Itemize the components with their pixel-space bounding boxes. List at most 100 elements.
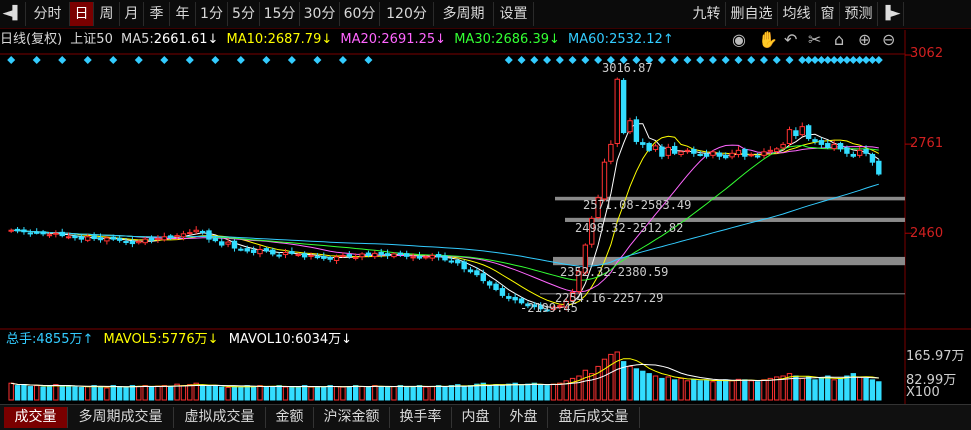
volume-bar: [85, 386, 91, 401]
candle-body: [263, 248, 270, 252]
annotation-gap1: 2571.08-2583.49: [583, 198, 691, 212]
candle-body: [59, 231, 65, 237]
candle-body: [225, 241, 231, 245]
volume-bar: [161, 385, 167, 401]
tab-inner[interactable]: 内盘: [452, 407, 500, 428]
candle-body: [652, 145, 659, 150]
candle-body: [742, 148, 748, 157]
volume-bar: [404, 386, 410, 401]
volume-bar: [352, 385, 359, 401]
volume-bar: [754, 381, 761, 401]
signal-marker: [364, 56, 373, 64]
signal-marker: [594, 56, 603, 64]
volume-bar: [442, 386, 448, 401]
tab-multi-period-volume[interactable]: 多周期成交量: [68, 407, 174, 428]
candle-body: [729, 152, 735, 158]
candle-body: [716, 152, 723, 157]
volume-bar: [104, 387, 110, 401]
volume-bar: [582, 369, 589, 401]
volume-bar: [206, 386, 212, 401]
candle-body: [129, 240, 136, 245]
candle-body: [123, 241, 129, 244]
volume-bar: [640, 370, 646, 401]
volume-bar: [652, 375, 659, 401]
volume-bar: [448, 385, 455, 401]
volume-bar: [831, 379, 837, 401]
volume-bar: [167, 386, 174, 401]
signal-marker: [236, 56, 245, 64]
candle-body: [474, 270, 480, 276]
tab-outer[interactable]: 外盘: [500, 407, 548, 428]
volume-bar: [78, 387, 85, 401]
candle-body: [301, 253, 308, 258]
signal-marker: [83, 56, 92, 64]
volume-bar: [282, 386, 289, 401]
tab-volume[interactable]: 成交量: [4, 407, 68, 428]
candle-body: [365, 252, 372, 256]
volume-bar: [276, 385, 282, 401]
candle-body: [793, 130, 799, 137]
volume-bar: [729, 380, 735, 401]
candle-body: [703, 153, 710, 157]
volume-bar: [231, 386, 238, 401]
candle-body: [627, 120, 633, 133]
candle-body: [767, 149, 774, 152]
volume-bar: [805, 376, 812, 401]
volume-bar: [416, 385, 423, 401]
tab-amount[interactable]: 金额: [266, 407, 314, 428]
tab-after-hours-volume[interactable]: 盘后成交量: [548, 407, 640, 428]
volume-bar: [187, 384, 193, 401]
candle-body: [423, 256, 429, 259]
candle-body: [384, 253, 391, 256]
candle-body: [608, 143, 614, 162]
tab-turnover[interactable]: 换手率: [390, 407, 452, 428]
signal-marker: [874, 56, 883, 64]
signal-marker: [581, 56, 590, 64]
candle-body: [40, 231, 46, 235]
volume-bar: [844, 375, 850, 401]
volume-bar: [301, 385, 308, 401]
volume-bar: [429, 386, 435, 401]
volume-bar: [321, 386, 327, 401]
candle-body: [136, 241, 142, 244]
volume-bar: [691, 378, 697, 401]
signal-marker: [543, 56, 552, 64]
candle-body: [812, 139, 818, 142]
volume-bar: [97, 386, 104, 401]
tab-sh-sz-amount[interactable]: 沪深金额: [314, 407, 390, 428]
signal-marker: [759, 56, 768, 64]
volume-bar: [856, 376, 863, 401]
candle-body: [710, 151, 716, 156]
indicator-tabs: 成交量 多周期成交量 虚拟成交量 金额 沪深金额 换手率 内盘 外盘 盘后成交量: [0, 404, 971, 430]
candle-body: [340, 254, 346, 257]
candle-body: [180, 233, 187, 238]
volume-bar: [180, 385, 187, 401]
signal-marker: [708, 56, 717, 64]
candle-body: [78, 236, 85, 240]
tab-virtual-volume[interactable]: 虚拟成交量: [174, 407, 266, 428]
volume-bar: [340, 386, 346, 401]
volume-bar: [263, 386, 270, 401]
candle-body: [212, 237, 219, 242]
volume-bar: [761, 379, 767, 401]
candle-body: [65, 236, 72, 239]
candle-body: [110, 236, 116, 240]
volume-bar: [110, 385, 116, 401]
candlestick-chart[interactable]: 3016.87-2199.452571.08-2583.492498.32-25…: [0, 0, 971, 429]
signal-marker: [721, 56, 730, 64]
volume-bar: [423, 386, 429, 401]
volume-bar: [270, 386, 276, 401]
candle-body: [270, 249, 276, 255]
volume-bar: [53, 384, 59, 401]
signal-marker: [517, 56, 526, 64]
candle-body: [352, 257, 359, 259]
volume-bar: [327, 385, 333, 401]
candle-body: [678, 151, 684, 155]
candle-body: [512, 296, 518, 301]
candle-body: [155, 238, 161, 241]
signal-marker: [338, 56, 347, 64]
candle-body: [461, 261, 467, 270]
candle-body: [27, 232, 34, 235]
volume-bar: [646, 373, 652, 401]
volume-bar: [467, 385, 474, 401]
